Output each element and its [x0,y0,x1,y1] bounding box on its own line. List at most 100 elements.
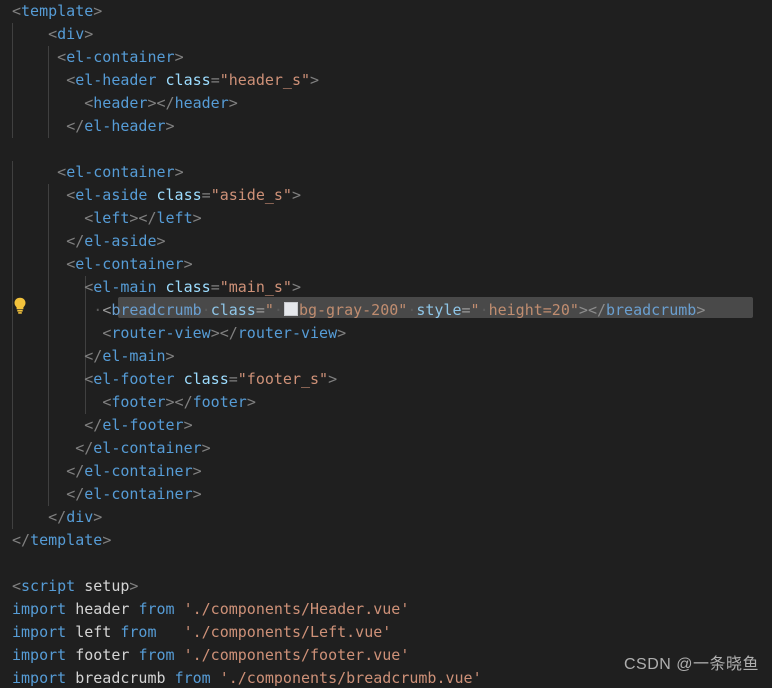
code-line-15[interactable]: <router-view></router-view> [0,322,772,345]
code-line-3[interactable]: <el-container> [0,46,772,69]
code-line-26-script[interactable]: <script setup> [0,575,772,598]
tag-open: < [66,71,76,89]
code-line-13[interactable]: <el-main class="main_s"> [0,276,772,299]
tag-open: < [84,94,94,112]
tag-name: div [57,25,85,43]
code-line-14-breadcrumb[interactable]: ·<breadcrumb·class="· bg-gray-200"·style=… [0,299,772,322]
tag-open: </ [66,117,85,135]
import-path: './components/footer.vue' [183,646,410,664]
tag-name-closing: router-view [237,324,338,342]
code-line-2[interactable]: <div> [0,23,772,46]
tag-close: > [310,71,320,89]
closing-tag-open: </ [587,301,606,319]
tag-name: el-aside [75,186,148,204]
tag-close: > [129,577,139,595]
tag-close: > [165,117,175,135]
equals-sign: = [461,301,471,319]
tag-open: < [48,25,58,43]
attribute-name: class [165,278,211,296]
code-editor[interactable]: <template> <div> <el-container> <el-head… [0,0,772,688]
tag-name-closing: footer [192,393,247,411]
code-line-27-import[interactable]: import header from './components/Header.… [0,598,772,621]
tag-open: < [84,278,94,296]
import-keyword: import [12,600,67,618]
tag-open: < [102,324,112,342]
tag-open: < [66,186,76,204]
style-value: height=20 [488,301,570,319]
attribute-value: "main_s" [219,278,292,296]
tag-open: </ [66,232,85,250]
tag-close: > [183,416,193,434]
tag-open: < [57,48,67,66]
tag-close: > [201,439,211,457]
tag-close: > [93,2,103,20]
color-swatch-icon[interactable] [283,302,298,316]
code-line-5[interactable]: <header></header> [0,92,772,115]
code-line-21[interactable]: </el-container> [0,460,772,483]
tag-close: > [578,301,588,319]
from-keyword: from [120,623,157,641]
tag-close-2: > [228,94,238,112]
tag-open: </ [84,416,103,434]
code-line-19[interactable]: </el-footer> [0,414,772,437]
code-line-23[interactable]: </div> [0,506,772,529]
lightbulb-icon[interactable] [13,297,27,314]
code-line-4[interactable]: <el-header class="header_s"> [0,69,772,92]
attribute-value: "header_s" [219,71,311,89]
attribute-value: "aside_s" [210,186,292,204]
tag-open: < [12,2,22,20]
tag-close: > [93,508,103,526]
tag-close: > [174,48,184,66]
code-line-25-blank[interactable] [0,552,772,575]
import-keyword: import [12,669,67,687]
code-line-22[interactable]: </el-container> [0,483,772,506]
code-line-17[interactable]: <el-footer class="footer_s"> [0,368,772,391]
tag-close: ></ [165,393,193,411]
code-line-12[interactable]: <el-container> [0,253,772,276]
code-line-7-blank[interactable] [0,138,772,161]
code-line-10[interactable]: <left></left> [0,207,772,230]
code-line-1[interactable]: <template> [0,0,772,23]
tag-name: el-footer [93,370,175,388]
tag-name: router-view [111,324,211,342]
attribute-name: class [156,186,202,204]
code-line-24[interactable]: </template> [0,529,772,552]
import-path: './components/Left.vue' [183,623,392,641]
quote-open: " [264,301,274,319]
equals-sign: = [210,278,220,296]
tag-name: el-container [75,255,184,273]
tag-name: template [30,531,103,549]
tag-name: script [21,577,76,595]
tag-close-2: > [192,209,202,227]
tag-name: header [93,94,148,112]
tag-open: </ [66,485,85,503]
tag-open: < [84,370,94,388]
code-line-8[interactable]: <el-container> [0,161,772,184]
tag-close: > [174,163,184,181]
quote-open-2: " [470,301,480,319]
code-line-11[interactable]: </el-aside> [0,230,772,253]
tag-close-2: > [246,393,256,411]
from-keyword: from [138,646,175,664]
tag-close: > [192,485,202,503]
tag-open: < [66,255,76,273]
tag-name: el-header [84,117,166,135]
import-keyword: import [12,623,67,641]
tag-close: > [328,370,338,388]
tag-name-closing: breadcrumb [606,301,697,319]
tag-close: ></ [129,209,157,227]
tag-name: breadcrumb [111,301,202,319]
tag-open: </ [66,462,85,480]
code-line-28-import[interactable]: import left from './components/Left.vue' [0,621,772,644]
tag-open: </ [48,508,67,526]
equals-sign: = [210,71,220,89]
import-path: './components/Header.vue' [183,600,410,618]
attribute-name: class [183,370,229,388]
code-line-20[interactable]: </el-container> [0,437,772,460]
code-line-6[interactable]: </el-header> [0,115,772,138]
code-line-9[interactable]: <el-aside class="aside_s"> [0,184,772,207]
tag-open: </ [12,531,31,549]
code-line-16[interactable]: </el-main> [0,345,772,368]
code-line-18[interactable]: <footer></footer> [0,391,772,414]
tag-open: </ [75,439,94,457]
